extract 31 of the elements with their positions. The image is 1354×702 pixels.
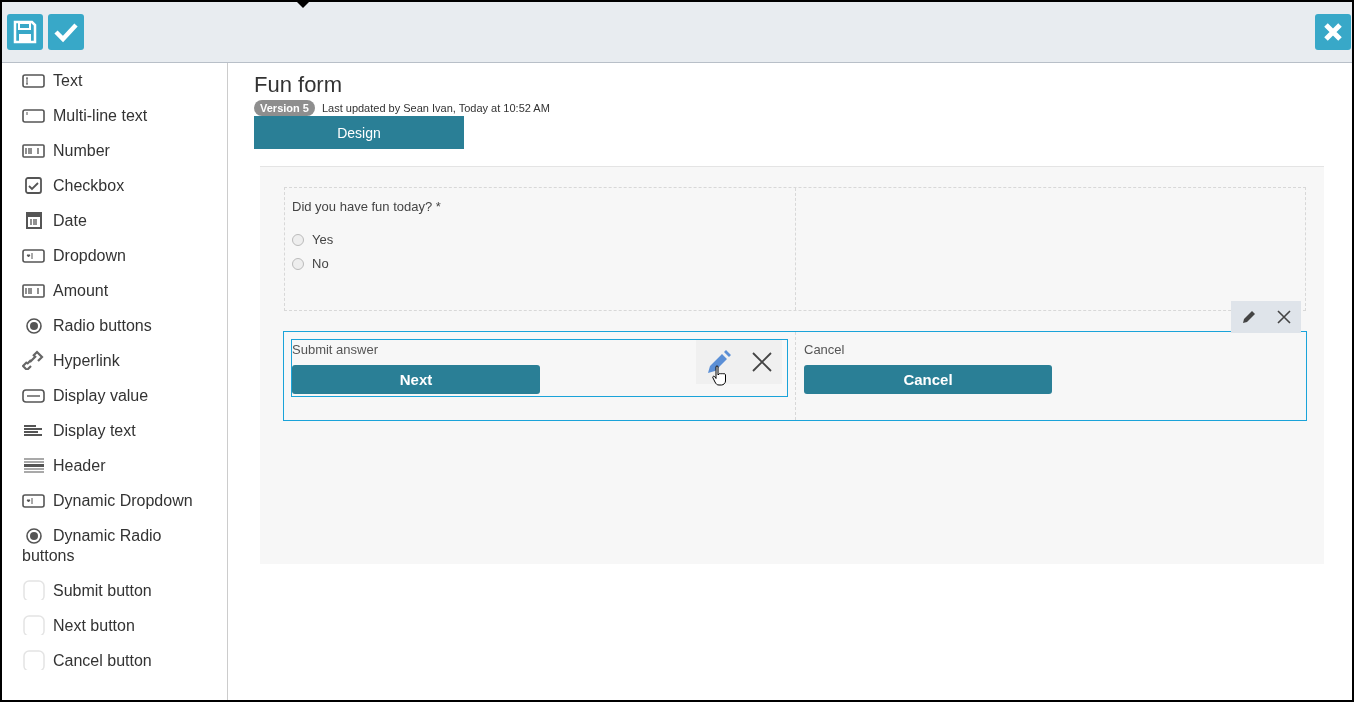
- design-tab[interactable]: Design: [254, 116, 464, 149]
- form-row[interactable]: Submit answer Next Cancel Cancel: [283, 331, 1307, 421]
- question-label: Did you have fun today? *: [292, 199, 442, 214]
- sidebar-item[interactable]: Cancel button: [2, 643, 227, 678]
- sidebar-item[interactable]: Dropdown: [2, 238, 227, 273]
- field-label: Cancel: [804, 341, 846, 359]
- sidebar-item[interactable]: Next button: [2, 608, 227, 643]
- form-field[interactable]: Cancel Cancel: [803, 339, 1299, 397]
- form-field[interactable]: Submit answer Next: [291, 339, 788, 397]
- sidebar-item[interactable]: Display value: [2, 378, 227, 413]
- form-button[interactable]: Cancel: [804, 365, 1052, 394]
- sidebar-item[interactable]: Display text: [2, 413, 227, 448]
- sidebar-item[interactable]: Number: [2, 133, 227, 168]
- sidebar-item[interactable]: Multi-line text: [2, 98, 227, 133]
- option-label: Yes: [312, 232, 334, 247]
- sidebar-item[interactable]: Amount: [2, 273, 227, 308]
- version-badge: Version 5: [254, 100, 315, 116]
- form-title: Fun form: [254, 71, 344, 99]
- sidebar-item[interactable]: Radio buttons: [2, 308, 227, 343]
- sidebar-item[interactable]: Header: [2, 448, 227, 483]
- last-updated-text: Last updated by Sean Ivan, Today at 10:52 AM: [321, 102, 550, 114]
- sidebar-item[interactable]: Dynamic Dropdown: [2, 483, 227, 518]
- sidebar-item[interactable]: Dynamic Radio buttons: [2, 518, 227, 573]
- option-label: No: [312, 256, 329, 271]
- sidebar-item[interactable]: Submit button: [2, 573, 227, 608]
- sidebar-item[interactable]: Date: [2, 203, 227, 238]
- sidebar-item[interactable]: Hyperlink: [2, 343, 227, 378]
- field-label: Submit answer: [292, 341, 379, 359]
- form-button[interactable]: Next: [292, 365, 540, 394]
- sidebar-item[interactable]: Text: [2, 63, 227, 98]
- sidebar-item[interactable]: Checkbox: [2, 168, 227, 203]
